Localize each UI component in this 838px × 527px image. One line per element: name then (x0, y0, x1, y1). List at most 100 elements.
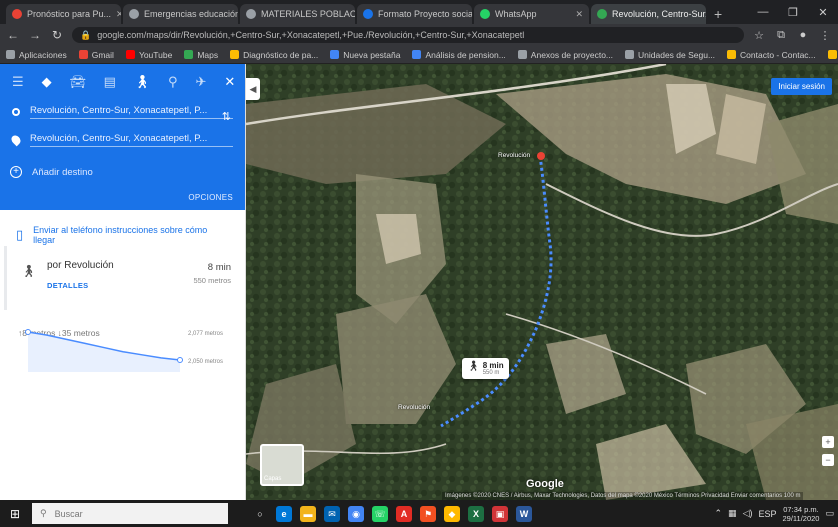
forward-icon[interactable]: → (28, 28, 42, 42)
taskbar-search-input[interactable]: ⚲ Buscar (32, 503, 228, 524)
close-icon[interactable]: ✕ (224, 74, 235, 90)
bookmark-item[interactable]: Aplicaciones (6, 50, 67, 60)
bookmark-label: Diagnóstico de pa... (243, 49, 319, 60)
explorer-icon[interactable]: ▬ (300, 505, 316, 522)
bookmark-item[interactable]: Diagnóstico de pa... (230, 50, 318, 60)
address-bar-row: ← → ↻ 🔒 google.com/maps/dir/Revolución,+… (0, 24, 838, 46)
taskbar: ⊞ ⚲ Buscar ○ e ▬ ✉ ◉ ☏ A ⚑ ◆ X ▣ W ⌃ ▦ ◁) ESP 07:34… (0, 500, 838, 527)
car-icon[interactable]: 🚘︎ (70, 74, 87, 90)
chevron-up-icon[interactable]: ⌃ (715, 508, 723, 519)
volume-icon[interactable]: ◁) (743, 508, 753, 519)
walk-mode-icon[interactable]: 🚶︎ (134, 74, 151, 90)
send-to-phone-row[interactable]: ▯ Enviar al teléfono instrucciones sobre… (0, 210, 245, 246)
tab-close-icon[interactable]: ✕ (116, 9, 121, 20)
language-indicator[interactable]: ESP (758, 509, 776, 519)
zoom-in-button[interactable]: + (822, 436, 834, 448)
options-button[interactable]: OPCIONES (188, 193, 233, 202)
browser-tab[interactable]: Revolución, Centro-Sur, X...✕ (591, 4, 706, 24)
layers-label: Capas (264, 476, 282, 482)
origin-row[interactable]: Revolución, Centro-Sur, Xonacatepetl, P.… (0, 100, 245, 124)
bookmark-item[interactable]: Unidades de Segu... (625, 50, 715, 60)
app-orange-icon[interactable]: ⚑ (420, 505, 436, 522)
bookmark-item[interactable]: YouTube (125, 49, 173, 60)
elevation-end-label: 2,050 metros (188, 359, 223, 365)
browser-tab[interactable]: Emergencias educación...✕ (123, 4, 238, 24)
map-attribution: Imágenes ©2020 CNES / Airbus, Maxar Tech… (442, 492, 804, 500)
origin-input[interactable]: Revolución, Centro-Sur, Xonacatepetl, P.… (30, 105, 233, 119)
bubble-distance: 550 m (482, 370, 500, 376)
destination-pin-icon (9, 133, 23, 147)
search-placeholder: Buscar (54, 508, 83, 519)
best-route-icon[interactable]: ◆ (42, 74, 52, 90)
minimize-button[interactable]: — (748, 6, 778, 18)
notification-icon[interactable]: ▭ (825, 508, 834, 519)
back-icon[interactable]: ← (6, 28, 20, 42)
tab-title: Emergencias educación... (144, 9, 238, 19)
system-tray: ⌃ ▦ ◁) ESP 07:34 p.m. 29/11/2020 ▭ (715, 505, 835, 523)
tab-favicon-icon (597, 9, 607, 19)
transit-icon[interactable]: ▤ (104, 74, 116, 90)
bookmark-item[interactable]: Maps (184, 50, 218, 60)
reload-icon[interactable]: ↻ (50, 28, 64, 42)
star-icon[interactable]: ☆ (752, 29, 766, 42)
elevation-point (177, 357, 183, 363)
bookmark-icon (330, 50, 340, 59)
bookmark-item[interactable]: Análisis de pension... (412, 50, 506, 60)
close-window-button[interactable]: ✕ (808, 6, 838, 19)
app-red-icon[interactable]: ▣ (492, 505, 508, 522)
bookmark-item[interactable]: Contacto - Contac... (827, 50, 838, 60)
chrome-icon[interactable]: ◉ (348, 505, 364, 522)
bookmark-item[interactable]: Gmail (78, 50, 114, 60)
app-yellow-icon[interactable]: ◆ (444, 505, 460, 522)
browser-tab[interactable]: Formato Proyecto social de...✕ (357, 4, 472, 24)
bookmark-label: YouTube (138, 49, 173, 60)
zoom-out-button[interactable]: − (822, 454, 834, 466)
word-icon[interactable]: W (516, 505, 532, 522)
task-view-icon[interactable]: ○ (252, 505, 268, 522)
tab-title: MATERIALES POBLACIÓN... (261, 9, 355, 19)
send-to-phone-link[interactable]: Enviar al teléfono instrucciones sobre c… (33, 225, 229, 245)
network-icon[interactable]: ▦ (728, 508, 737, 519)
browser-tab[interactable]: Pronóstico para Pu... ✕ (6, 4, 121, 24)
add-destination-row[interactable]: + Añadir destino (0, 160, 245, 184)
bookmark-icon (125, 50, 135, 59)
destination-row[interactable]: Revolución, Centro-Sur, Xonacatepetl, P.… (0, 128, 245, 152)
bike-icon[interactable]: ⚲ (168, 74, 178, 90)
route-option[interactable]: 🚶︎ por Revolución 8 min 550 metros DETAL… (4, 246, 245, 310)
tab-favicon-icon (480, 9, 490, 19)
tab-title: Pronóstico para Pu... (27, 9, 112, 19)
url-input[interactable]: 🔒 google.com/maps/dir/Revolución,+Centro… (72, 27, 744, 43)
swap-icon[interactable]: ⇅ (222, 110, 231, 123)
satellite-map[interactable]: ◀ Iniciar sesión Revolución Revolución 🚶… (246, 64, 838, 500)
new-tab-button[interactable]: + (708, 4, 728, 24)
acrobat-icon[interactable]: A (396, 505, 412, 522)
tab-favicon-icon (12, 9, 22, 19)
bookmark-label: Anexos de proyecto... (530, 49, 614, 60)
tab-close-icon[interactable]: ✕ (575, 9, 583, 20)
route-time-bubble[interactable]: 🚶︎ 8 min 550 m (462, 358, 509, 379)
clock[interactable]: 07:34 p.m. 29/11/2020 (783, 505, 820, 523)
collapse-panel-button[interactable]: ◀ (246, 78, 260, 100)
flight-icon[interactable]: ✈︎ (195, 74, 206, 90)
tab-favicon-icon (129, 9, 139, 19)
edge-icon[interactable]: e (276, 505, 292, 522)
maximize-button[interactable]: ❐ (778, 6, 808, 19)
excel-icon[interactable]: X (468, 505, 484, 522)
bookmark-item[interactable]: Anexos de proyecto... (517, 49, 614, 60)
browser-tab[interactable]: MATERIALES POBLACIÓN...✕ (240, 4, 355, 24)
walk-icon: 🚶︎ (467, 361, 480, 372)
bookmark-item[interactable]: Nueva pestaña (330, 50, 400, 60)
mail-icon[interactable]: ✉ (324, 505, 340, 522)
profile-icon[interactable]: ● (796, 29, 810, 41)
extensions-icon[interactable]: ⧉ (774, 29, 788, 42)
layers-button[interactable]: Capas (260, 444, 304, 486)
whatsapp-icon[interactable]: ☏ (372, 505, 388, 522)
signin-button[interactable]: Iniciar sesión (771, 78, 832, 95)
menu-icon[interactable]: ☰ (12, 74, 24, 90)
url-text: google.com/maps/dir/Revolución,+Centro-S… (97, 30, 525, 40)
browser-tab[interactable]: WhatsApp ✕ (474, 4, 589, 24)
destination-input[interactable]: Revolución, Centro-Sur, Xonacatepetl, P.… (30, 133, 233, 147)
menu-icon[interactable]: ⋮ (818, 29, 832, 42)
windows-start-icon[interactable]: ⊞ (4, 507, 26, 521)
bookmark-item[interactable]: Contacto - Contac... (727, 50, 816, 60)
